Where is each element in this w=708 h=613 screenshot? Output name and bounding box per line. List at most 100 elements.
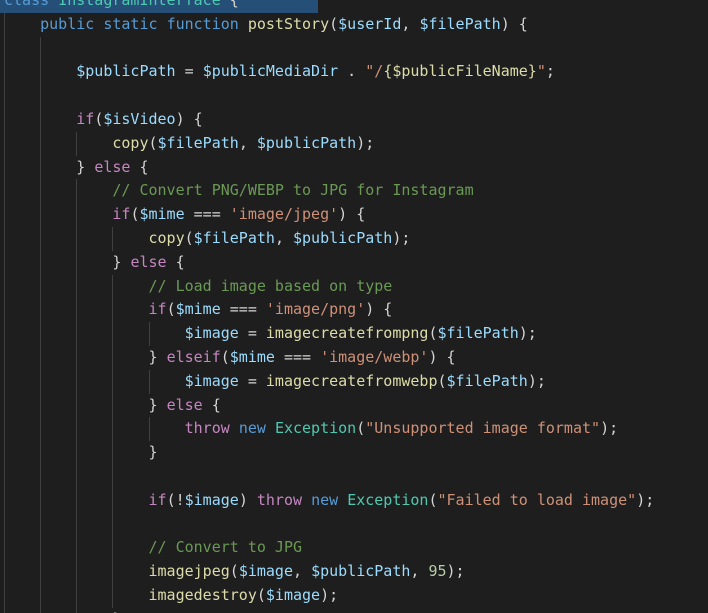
code-line: } elseif($mime === 'image/webp') { [4,346,708,370]
indent-guide [112,513,148,537]
code-line: imagedestroy($image); [4,584,708,608]
indent-guide [112,465,148,489]
code-token: $filePath [437,324,519,343]
code-token: === [184,205,230,224]
indent-guide [4,251,40,275]
code-token: Exception [347,490,429,509]
indent-guide [4,298,40,322]
indent-guide [4,584,40,608]
code-token: { [202,395,221,414]
code-token: = [238,324,266,343]
code-token: imagecreatefrompng [265,324,429,343]
code-line: } else { [4,251,708,275]
code-token: } [76,157,95,176]
code-token: $image [238,562,293,581]
indent-guide [149,322,185,346]
code-token: new [238,419,266,438]
code-line: } else { [4,156,708,180]
code-token: ) { [428,347,456,366]
code-token: $filePath [446,371,528,390]
indent-guide [40,417,76,441]
code-token: imagecreatefromwebp [265,371,438,390]
code-line: } else { [4,394,708,418]
indent-guide [4,441,40,465]
indent-guide [40,84,76,108]
code-token: 'image/jpeg' [229,205,339,224]
code-token: // Load image based on type [148,276,393,295]
indent-guide [4,84,40,108]
code-line: throw new Exception("Unsupported image f… [4,417,708,441]
code-token: } [148,347,167,366]
code-line: if($isVideo) { [4,108,708,132]
code-area[interactable]: class InstagramInterface { public static… [0,0,708,613]
code-token: . [338,62,366,81]
indent-guide [4,394,40,418]
code-token: $publicMediaDir [202,62,339,81]
code-token: else [130,252,167,271]
indent-guide [40,513,76,537]
code-line [4,513,708,537]
code-token: ( [94,109,104,128]
code-line: $image = imagecreatefrompng($filePath); [4,322,708,346]
indent-guide [76,417,112,441]
code-token: === [220,300,266,319]
indent-guide [112,346,148,370]
code-token: $mime [175,300,221,319]
code-token: ( [428,490,438,509]
indent-guide [40,465,76,489]
indent-guide [76,346,112,370]
indent-guide [40,346,76,370]
indent-guide [40,489,76,513]
indent-guide [76,322,112,346]
code-token: " [536,62,546,81]
code-token: (! [166,490,185,509]
code-line [4,84,708,108]
indent-guide [4,13,40,37]
code-token: $mime [139,205,185,224]
code-token: 95 [428,562,447,581]
code-token: function [166,14,239,33]
indent-guide [4,203,40,227]
indent-guide [4,513,40,537]
code-token: copy [148,228,185,247]
indent-guide [76,465,112,489]
indent-guide [40,370,76,394]
indent-guide [112,394,148,418]
indent-guide [112,322,148,346]
code-token: $publicPath [76,62,176,81]
code-token: if [112,205,131,224]
code-token: , [410,562,429,581]
indent-guide [4,489,40,513]
indent-guide [4,370,40,394]
code-token: if [148,490,167,509]
indent-guide [76,370,112,394]
code-token: $image [184,324,239,343]
code-editor[interactable]: class InstagramInterface { public static… [0,0,708,613]
code-line: $publicPath = $publicMediaDir . "/{$publ… [4,60,708,84]
code-token: ) { [365,300,393,319]
indent-guide [76,132,112,156]
code-token: ) { [175,109,203,128]
code-line: class InstagramInterface { [0,0,708,13]
code-token: } [112,252,131,271]
code-token: copy [112,133,149,152]
code-line: // Convert PNG/WEBP to JPG for Instagram [4,179,708,203]
code-token: ) { [500,14,528,33]
indent-guide [76,227,112,251]
indent-guide [4,608,40,613]
indent-guide [76,560,112,584]
code-token: $filePath [193,228,275,247]
code-token: {$publicFileName} [383,62,537,81]
code-token: if [76,109,95,128]
code-token: , [401,14,420,33]
indent-guide [4,417,40,441]
code-line: if($mime === 'image/jpeg') { [4,203,708,227]
code-token: postStory [247,14,330,33]
indent-guide [112,370,148,394]
code-token: { [130,157,149,176]
code-token: ); [356,133,375,152]
code-token: "Unsupported image format" [365,419,601,438]
code-token: ( [166,300,176,319]
